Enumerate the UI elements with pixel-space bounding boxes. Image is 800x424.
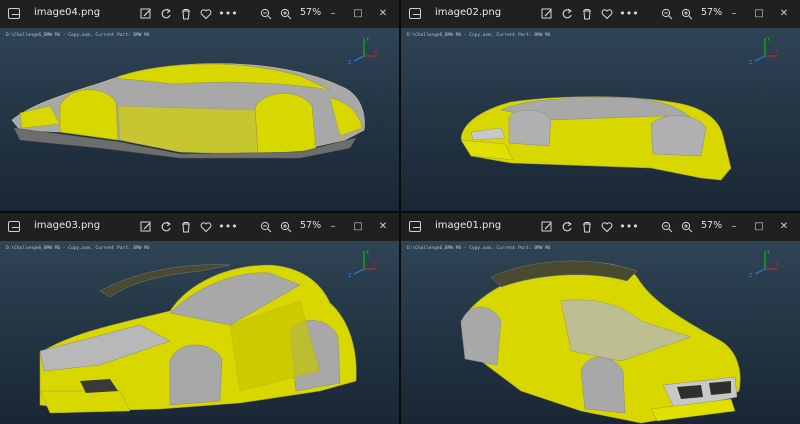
- maximize-button[interactable]: □: [349, 217, 367, 237]
- favorite-icon[interactable]: [196, 4, 216, 24]
- zoom-out-icon[interactable]: [657, 217, 677, 237]
- image-app-icon: [8, 8, 20, 19]
- axis-x-label: X: [374, 49, 378, 55]
- close-button[interactable]: ✕: [775, 217, 793, 237]
- axis-z-label: Z: [348, 273, 352, 279]
- axis-x-label: X: [775, 262, 779, 268]
- file-name: image03.png: [34, 220, 101, 231]
- image-viewport[interactable]: D:\Challenge6_BMW M6 - Copy.asm, Current…: [401, 28, 800, 211]
- axis-z-label: Z: [749, 60, 753, 66]
- more-icon[interactable]: •••: [619, 217, 639, 237]
- title-bar: image01.png ••• 57% – □ ✕: [401, 213, 800, 241]
- axis-y-label: Y: [766, 250, 771, 256]
- axis-x-label: X: [374, 262, 378, 268]
- photo-window-1: image04.png ••• 57% – □ ✕ D:\Challenge6_…: [0, 0, 399, 211]
- zoom-in-icon[interactable]: [276, 4, 296, 24]
- axis-y-label: Y: [766, 37, 771, 43]
- close-button[interactable]: ✕: [374, 4, 392, 24]
- axis-y-label: Y: [365, 250, 370, 256]
- axis-triad: Y X Z: [348, 250, 378, 279]
- zoom-out-icon[interactable]: [657, 4, 677, 24]
- favorite-icon[interactable]: [597, 4, 617, 24]
- image-viewport[interactable]: D:\Challenge6_BMW M6 - Copy.asm, Current…: [0, 28, 399, 211]
- delete-icon[interactable]: [577, 4, 597, 24]
- delete-icon[interactable]: [176, 217, 196, 237]
- maximize-button[interactable]: □: [349, 4, 367, 24]
- zoom-level: 57%: [701, 7, 723, 18]
- favorite-icon[interactable]: [196, 217, 216, 237]
- zoom-out-icon[interactable]: [256, 217, 276, 237]
- zoom-in-icon[interactable]: [677, 4, 697, 24]
- edit-icon[interactable]: [537, 4, 557, 24]
- title-bar: image03.png ••• 57% – □ ✕: [0, 213, 399, 241]
- file-name: image01.png: [435, 220, 502, 231]
- zoom-in-icon[interactable]: [677, 217, 697, 237]
- axis-triad: Y X Z: [749, 37, 779, 66]
- image-app-icon: [409, 221, 421, 232]
- axis-z-label: Z: [749, 273, 753, 279]
- zoom-in-icon[interactable]: [276, 217, 296, 237]
- rotate-icon[interactable]: [156, 217, 176, 237]
- axis-x-label: X: [775, 49, 779, 55]
- title-bar: image04.png ••• 57% – □ ✕: [0, 0, 399, 28]
- axis-triad: Y X Z: [749, 250, 779, 279]
- axis-y-label: Y: [365, 37, 370, 43]
- minimize-button[interactable]: –: [324, 217, 342, 237]
- image-app-icon: [8, 221, 20, 232]
- zoom-level: 57%: [300, 7, 322, 18]
- photo-window-2: image02.png ••• 57% – □ ✕ D:\Challenge6_…: [401, 0, 800, 211]
- title-bar: image02.png ••• 57% – □ ✕: [401, 0, 800, 28]
- zoom-level: 57%: [701, 220, 723, 231]
- minimize-button[interactable]: –: [324, 4, 342, 24]
- more-icon[interactable]: •••: [619, 4, 639, 24]
- image-app-icon: [409, 8, 421, 19]
- close-button[interactable]: ✕: [775, 4, 793, 24]
- maximize-button[interactable]: □: [750, 4, 768, 24]
- file-name: image02.png: [435, 7, 502, 18]
- maximize-button[interactable]: □: [750, 217, 768, 237]
- delete-icon[interactable]: [176, 4, 196, 24]
- close-button[interactable]: ✕: [374, 217, 392, 237]
- zoom-level: 57%: [300, 220, 322, 231]
- photo-window-4: image01.png ••• 57% – □ ✕ D:\Challenge6_…: [401, 213, 800, 424]
- more-icon[interactable]: •••: [218, 4, 238, 24]
- minimize-button[interactable]: –: [725, 4, 743, 24]
- minimize-button[interactable]: –: [725, 217, 743, 237]
- favorite-icon[interactable]: [597, 217, 617, 237]
- zoom-out-icon[interactable]: [256, 4, 276, 24]
- file-name: image04.png: [34, 7, 101, 18]
- delete-icon[interactable]: [577, 217, 597, 237]
- more-icon[interactable]: •••: [218, 217, 238, 237]
- edit-icon[interactable]: [537, 217, 557, 237]
- rotate-icon[interactable]: [557, 217, 577, 237]
- image-viewport[interactable]: D:\Challenge6_BMW M6 - Copy.asm, Current…: [0, 241, 399, 424]
- axis-z-label: Z: [348, 60, 352, 66]
- axis-triad: Y X Z: [348, 37, 378, 66]
- image-viewport[interactable]: D:\Challenge6_BMW M6 - Copy.asm, Current…: [401, 241, 800, 424]
- edit-icon[interactable]: [136, 217, 156, 237]
- photo-window-3: image03.png ••• 57% – □ ✕ D:\Challenge6_…: [0, 213, 399, 424]
- edit-icon[interactable]: [136, 4, 156, 24]
- rotate-icon[interactable]: [557, 4, 577, 24]
- photo-viewer-grid: image04.png ••• 57% – □ ✕ D:\Challenge6_…: [0, 0, 800, 424]
- rotate-icon[interactable]: [156, 4, 176, 24]
